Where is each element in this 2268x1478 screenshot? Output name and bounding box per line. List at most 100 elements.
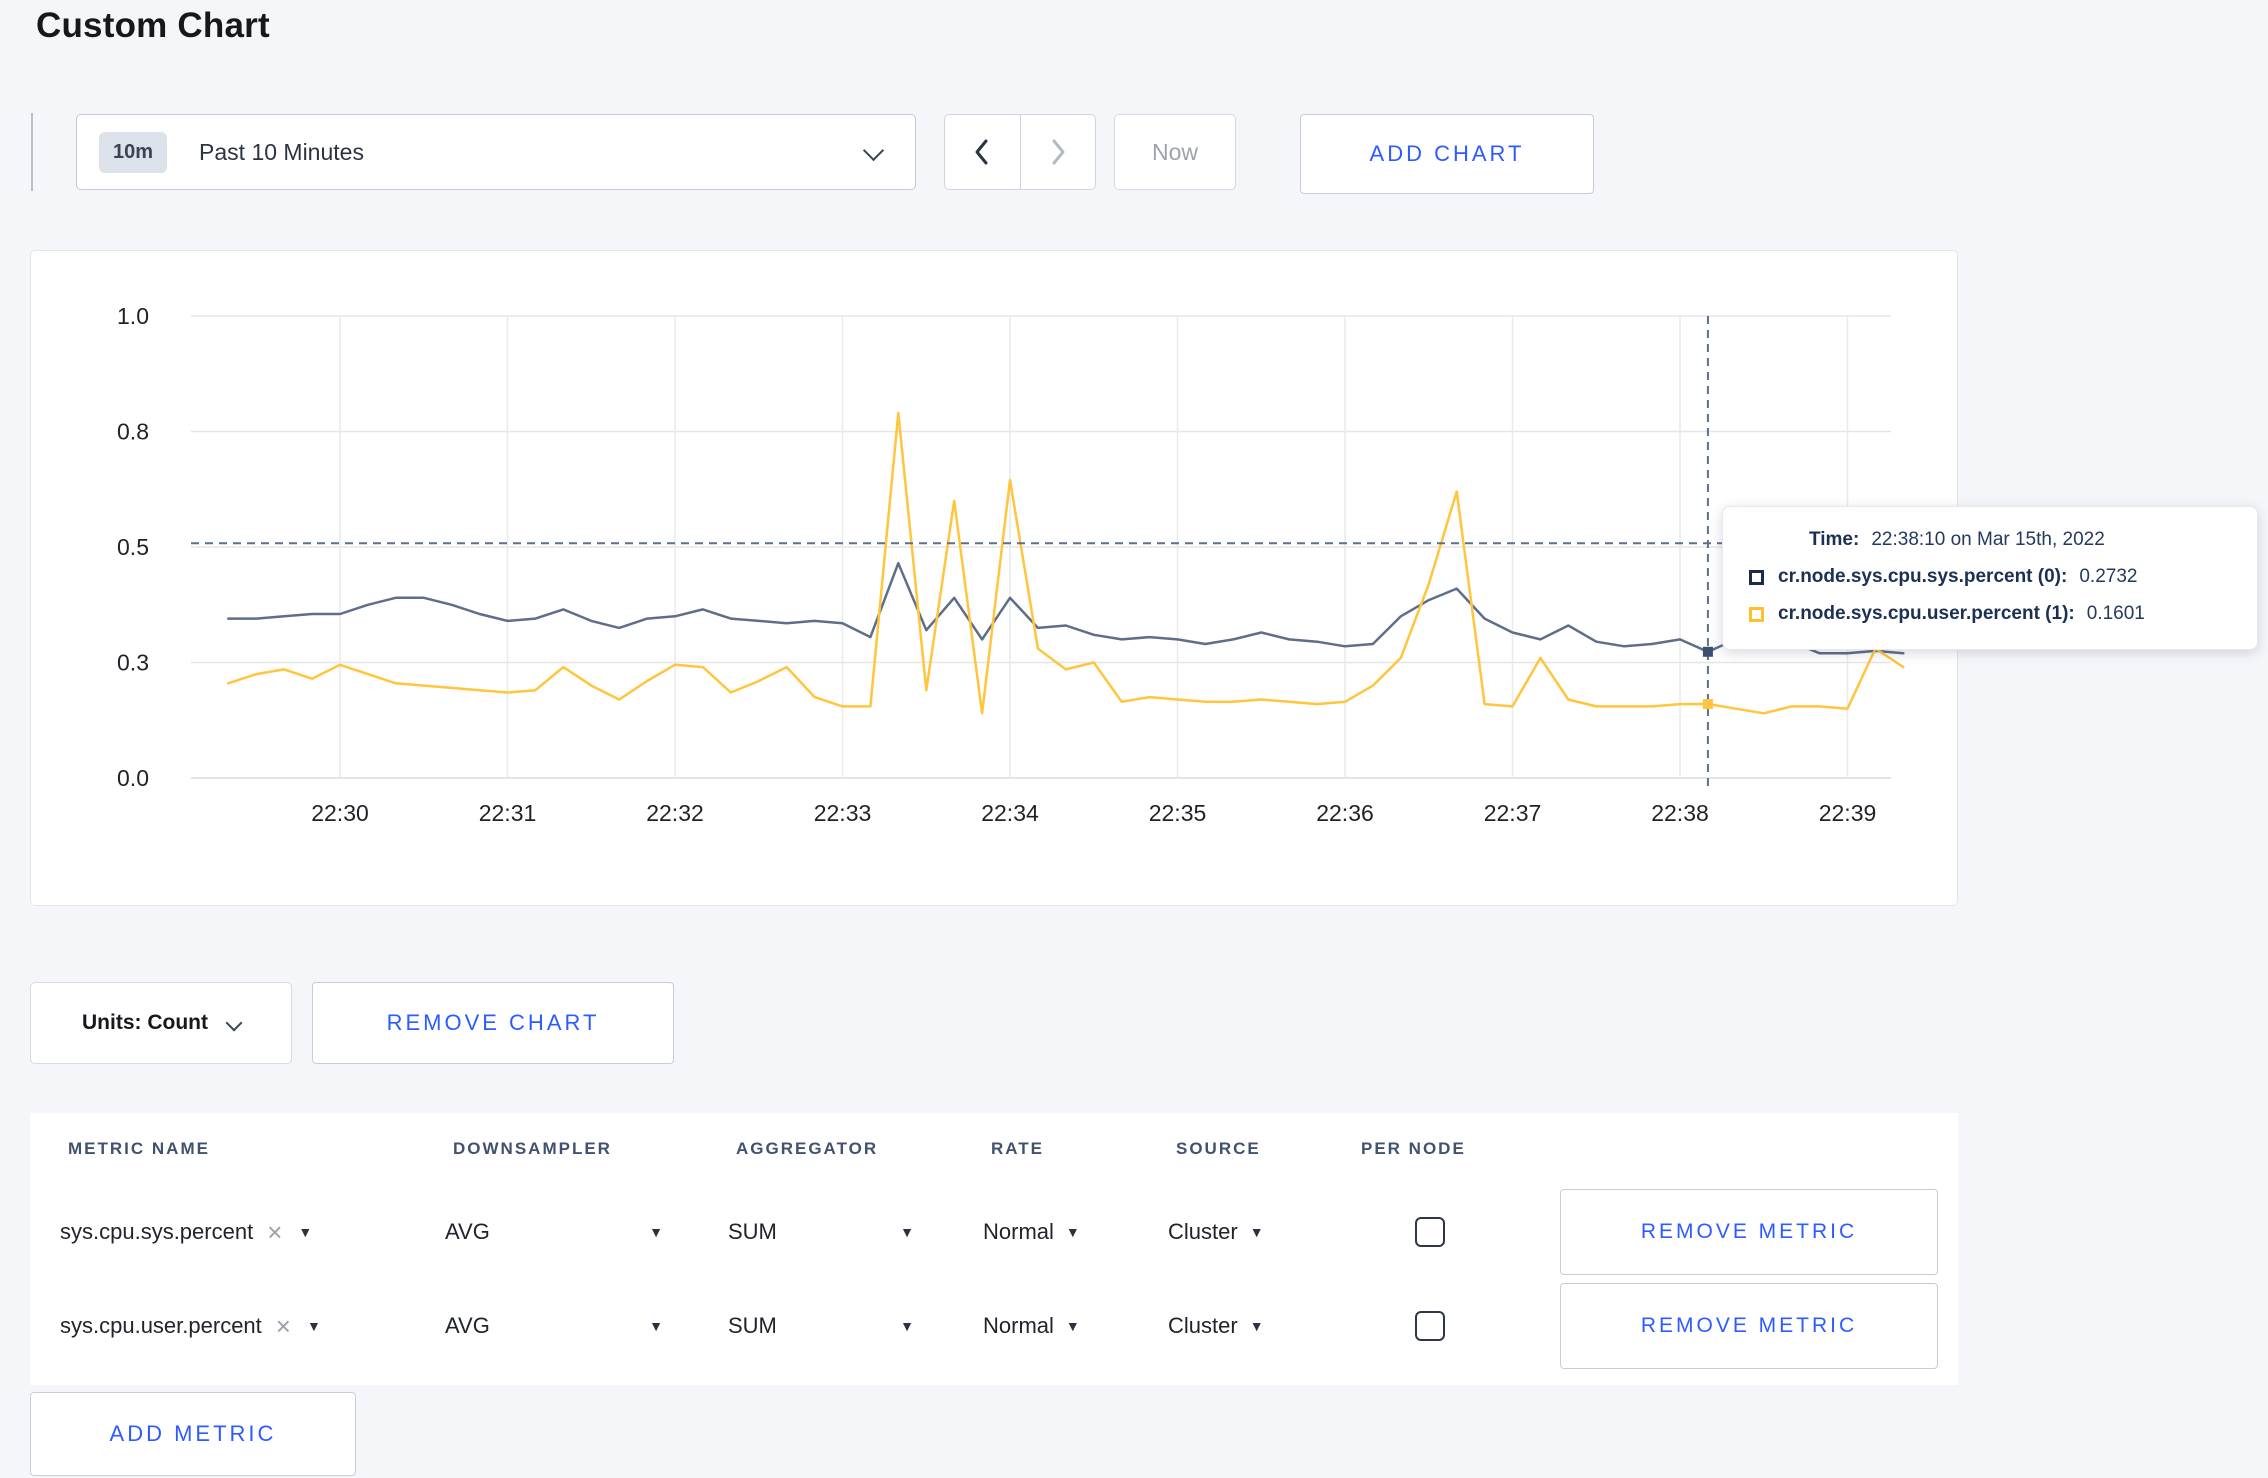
col-header-source: SOURCE [1176,1139,1261,1158]
per-node-checkbox[interactable] [1415,1217,1445,1247]
time-range-badge: 10m [99,131,168,173]
downsampler-value: AVG [445,1313,490,1338]
caret-down-icon: ▼ [900,1318,914,1334]
caret-down-icon[interactable]: ▼ [307,1319,321,1333]
metric-name-select[interactable]: sys.cpu.sys.percent × ▼ [60,1219,445,1245]
tooltip-series-value: 0.2732 [2079,566,2138,587]
chevron-down-icon [862,139,885,162]
caret-down-icon: ▼ [1249,1224,1264,1240]
user-series-swatch-icon [1749,606,1764,622]
tooltip-series-label: cr.node.sys.cpu.sys.percent (0): [1778,566,2068,587]
chevron-right-icon [1052,139,1065,165]
hover-dot [1702,699,1713,710]
rate-value: Normal [983,1313,1054,1338]
time-range-select[interactable]: 10m Past 10 Minutes [76,114,916,190]
now-button[interactable]: Now [1114,114,1236,190]
aggregator-select[interactable]: SUM ▼ [728,1313,914,1339]
y-axis-tick-label: 0.3 [117,650,149,676]
metric-name-select[interactable]: sys.cpu.user.percent × ▼ [60,1313,445,1339]
chevron-left-icon [975,139,988,165]
y-axis-tick-label: 0.5 [117,534,149,560]
units-select-label: Units: Count [82,1011,208,1034]
chevron-down-icon [225,1014,243,1032]
caret-down-icon: ▼ [1249,1318,1264,1334]
x-axis-tick-label: 22:35 [1149,800,1207,826]
add-chart-label: ADD CHART [1369,141,1525,166]
prev-time-button[interactable] [945,115,1021,189]
clear-metric-icon[interactable]: × [267,1219,282,1245]
timeseries-chart[interactable]: 0.0 0.3 0.5 0.8 1.0 22:30 22:31 22:32 22:33 22:34… [31,251,1957,905]
aggregator-value: SUM [728,1219,777,1244]
hover-dot [1702,646,1713,657]
x-axis-tick-label: 22:33 [814,800,872,826]
add-metric-button[interactable]: ADD METRIC [30,1392,356,1476]
tooltip-time-value: 22:38:10 on Mar 15th, 2022 [1871,529,2105,550]
rate-value: Normal [983,1219,1054,1244]
x-axis-tick-label: 22:30 [311,800,369,826]
col-header-metric-name: METRIC NAME [68,1139,210,1158]
x-axis-tick-label: 22:36 [1316,800,1374,826]
next-time-button[interactable] [1021,115,1096,189]
tooltip-series-row: cr.node.sys.cpu.sys.percent (0): 0.2732 [1749,566,2231,588]
source-value: Cluster [1168,1219,1238,1244]
tooltip-series-value: 0.1601 [2086,603,2145,624]
rate-select[interactable]: Normal ▼ [983,1219,1080,1245]
now-button-label: Now [1151,138,1198,165]
col-header-aggregator: AGGREGATOR [736,1139,879,1158]
source-value: Cluster [1168,1313,1238,1338]
add-chart-button[interactable]: ADD CHART [1300,114,1594,194]
source-select[interactable]: Cluster ▼ [1168,1313,1264,1339]
caret-down-icon: ▼ [1065,1224,1080,1240]
tooltip-time-row: Time: 22:38:10 on Mar 15th, 2022 [1749,529,2231,551]
remove-metric-label: REMOVE METRIC [1640,1314,1858,1337]
col-header-rate: RATE [991,1139,1045,1158]
chart-card: 0.0 0.3 0.5 0.8 1.0 22:30 22:31 22:32 22:33 22:34… [30,250,1958,906]
series-line-0 [227,561,1905,655]
time-range-label: Past 10 Minutes [199,138,364,165]
y-axis-tick-label: 0.0 [117,765,149,791]
downsampler-select[interactable]: AVG ▼ [445,1219,663,1245]
clear-metric-icon[interactable]: × [276,1313,291,1339]
aggregator-value: SUM [728,1313,777,1338]
remove-chart-label: REMOVE CHART [386,1010,600,1035]
time-nav-group [944,114,1096,190]
page-title: Custom Chart [36,6,270,45]
units-select[interactable]: Units: Count [30,982,292,1064]
metrics-table-header: METRIC NAME DOWNSAMPLER AGGREGATOR RATE … [30,1113,1958,1185]
caret-down-icon: ▼ [649,1224,663,1240]
metric-row: sys.cpu.user.percent × ▼ AVG ▼ SUM ▼ Norma… [30,1279,1958,1373]
x-axis-tick-label: 22:37 [1484,800,1542,826]
x-axis-tick-label: 22:39 [1819,800,1877,826]
rate-select[interactable]: Normal ▼ [983,1313,1080,1339]
x-axis-tick-label: 22:31 [479,800,537,826]
toolbar-divider [31,113,33,191]
add-metric-label: ADD METRIC [109,1421,277,1446]
metric-name-value: sys.cpu.sys.percent [60,1219,254,1244]
caret-down-icon[interactable]: ▼ [298,1225,312,1239]
remove-metric-button[interactable]: REMOVE METRIC [1560,1189,1938,1275]
metric-name-value: sys.cpu.user.percent [60,1313,262,1338]
remove-metric-button[interactable]: REMOVE METRIC [1560,1283,1938,1369]
caret-down-icon: ▼ [649,1318,663,1334]
y-axis-tick-label: 0.8 [117,419,149,445]
tooltip-series-row: cr.node.sys.cpu.user.percent (1): 0.1601 [1749,603,2231,625]
caret-down-icon: ▼ [900,1224,914,1240]
metric-row: sys.cpu.sys.percent × ▼ AVG ▼ SUM ▼ Normal… [30,1185,1958,1279]
metrics-table: METRIC NAME DOWNSAMPLER AGGREGATOR RATE … [30,1113,1958,1385]
remove-chart-button[interactable]: REMOVE CHART [312,982,674,1064]
chart-tooltip: Time: 22:38:10 on Mar 15th, 2022 cr.node… [1722,506,2258,650]
caret-down-icon: ▼ [1065,1318,1080,1334]
x-axis-tick-label: 22:38 [1651,800,1709,826]
custom-chart-page: Custom Chart 10m Past 10 Minutes Now ADD… [0,0,2268,1478]
downsampler-select[interactable]: AVG ▼ [445,1313,663,1339]
remove-metric-label: REMOVE METRIC [1640,1220,1858,1243]
tooltip-time-label: Time: [1809,529,1860,550]
source-select[interactable]: Cluster ▼ [1168,1219,1264,1245]
x-axis-tick-label: 22:32 [646,800,704,826]
aggregator-select[interactable]: SUM ▼ [728,1219,914,1245]
tooltip-series-label: cr.node.sys.cpu.user.percent (1): [1778,603,2075,624]
x-axis-tick-label: 22:34 [981,800,1039,826]
sys-series-swatch-icon [1749,569,1764,585]
per-node-checkbox[interactable] [1415,1311,1445,1341]
col-header-downsampler: DOWNSAMPLER [453,1139,612,1158]
